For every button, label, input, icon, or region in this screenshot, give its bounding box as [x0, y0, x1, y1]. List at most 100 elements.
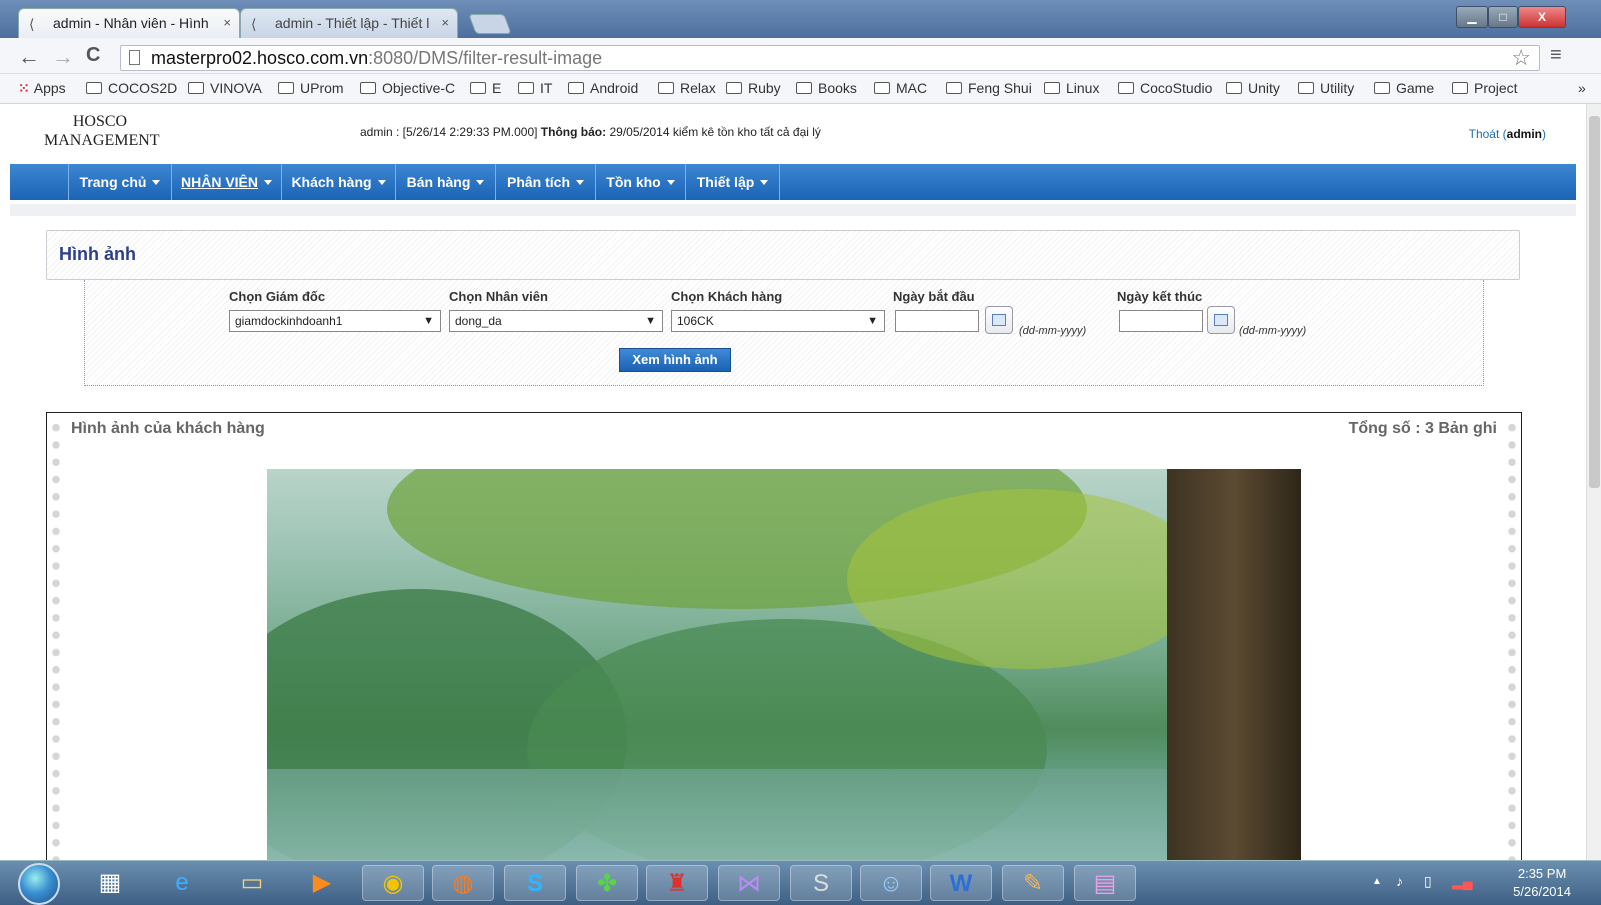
- bookmark-folder[interactable]: Unity: [1226, 80, 1280, 96]
- maximize-button[interactable]: □: [1488, 6, 1518, 28]
- firefox-icon[interactable]: ◍: [432, 865, 494, 901]
- view-images-button[interactable]: Xem hình ảnh: [619, 348, 731, 372]
- bag-app-icon[interactable]: ♜: [646, 865, 708, 901]
- folder-icon: [1226, 82, 1242, 94]
- start-calendar-button[interactable]: [985, 306, 1013, 334]
- media-player-icon[interactable]: ▶: [302, 865, 342, 901]
- scrollbar-thumb[interactable]: [1589, 116, 1600, 488]
- calendar-icon: [1214, 314, 1228, 326]
- menu-phan-tich[interactable]: Phân tích: [496, 164, 596, 200]
- hosco-logo[interactable]: HOSCO MANAGEMENT: [44, 112, 160, 150]
- notice-text: 29/05/2014 kiểm kê tồn kho tất cả đại lý: [609, 125, 821, 139]
- site-favicon-icon: ⟨: [251, 16, 257, 32]
- bookmark-folder[interactable]: Project: [1452, 80, 1518, 96]
- notice-label: Thông báo:: [540, 125, 607, 139]
- file-explorer-icon[interactable]: ▭: [232, 865, 272, 901]
- bookmark-folder[interactable]: E: [470, 80, 501, 96]
- paint-icon[interactable]: ✎: [1002, 865, 1064, 901]
- page-scrollbar[interactable]: [1586, 104, 1601, 860]
- start-button[interactable]: [18, 863, 60, 905]
- word-icon[interactable]: W: [930, 865, 992, 901]
- tab-thiet-lap[interactable]: ⟨ admin - Thiết lập - Thiết l ×: [240, 8, 458, 38]
- results-count: Tổng số : 3 Bản ghi: [1348, 420, 1497, 437]
- folder-icon: [568, 82, 584, 94]
- bookmark-folder[interactable]: CocoStudio: [1118, 80, 1212, 96]
- bookmark-folder[interactable]: VINOVA: [188, 80, 262, 96]
- caret-down-icon: [476, 180, 485, 185]
- menu-ban-hang[interactable]: Bán hàng: [396, 164, 496, 200]
- bookmark-folder[interactable]: IT: [518, 80, 552, 96]
- sublime-text-icon[interactable]: S: [790, 865, 852, 901]
- director-select[interactable]: giamdockinhdoanh1 ▼: [229, 310, 441, 332]
- tray-expand-icon[interactable]: ▲: [1372, 876, 1382, 887]
- forward-icon[interactable]: →: [52, 44, 74, 70]
- bookmark-folder[interactable]: Utility: [1298, 80, 1354, 96]
- start-date-input[interactable]: [895, 310, 979, 332]
- back-icon[interactable]: ←: [18, 44, 40, 70]
- bookmark-star-icon[interactable]: ☆: [1511, 46, 1531, 70]
- user-app-icon[interactable]: ☺: [860, 865, 922, 901]
- battery-icon[interactable]: ▯: [1424, 873, 1432, 890]
- menu-khach-hang[interactable]: Khách hàng: [282, 164, 396, 200]
- caret-down-icon: [377, 180, 386, 185]
- staff-select[interactable]: dong_da ▼: [449, 310, 663, 332]
- winrar-icon[interactable]: ▤: [1074, 865, 1136, 901]
- chrome-menu-icon[interactable]: ≡: [1550, 44, 1562, 67]
- logout-link[interactable]: Thoát (admin): [1469, 127, 1546, 141]
- clover-app-icon[interactable]: ✤: [576, 865, 638, 901]
- bookmark-folder[interactable]: Feng Shui: [946, 80, 1032, 96]
- page-icon: [129, 50, 140, 65]
- menu-trang-chu[interactable]: Trang chủ: [68, 164, 172, 200]
- section-header: Hình ảnh: [46, 230, 1520, 280]
- reload-icon[interactable]: C: [86, 44, 100, 67]
- start-date-format: (dd-mm-yyyy): [1019, 325, 1087, 337]
- caret-down-icon: [152, 180, 161, 185]
- system-clock[interactable]: 2:35 PM 5/26/2014: [1513, 865, 1571, 901]
- menu-nhan-vien[interactable]: NHÂN VIÊN: [172, 164, 282, 200]
- menu-ton-kho[interactable]: Tồn kho: [596, 164, 686, 200]
- results-title: Hình ảnh của khách hàng: [71, 420, 265, 437]
- bookmarks-more-icon[interactable]: »: [1578, 80, 1586, 96]
- results-panel: Hình ảnh của khách hàng Tổng số : 3 Bản …: [46, 412, 1522, 860]
- folder-icon: [278, 82, 294, 94]
- minimize-button[interactable]: ▁: [1456, 6, 1488, 28]
- folder-icon: [360, 82, 376, 94]
- bookmark-folder[interactable]: Ruby: [726, 80, 781, 96]
- calendar-icon: [992, 314, 1006, 326]
- browser-titlebar: ⟨ admin - Nhân viên - Hình × ⟨ admin - T…: [0, 0, 1601, 38]
- chrome-icon[interactable]: ◉: [362, 865, 424, 901]
- customer-label: Chọn Khách hàng: [671, 289, 783, 304]
- internet-explorer-icon[interactable]: e: [162, 865, 202, 901]
- bookmark-apps[interactable]: ⁙ Apps: [18, 80, 66, 97]
- menu-thiet-lap[interactable]: Thiết lập: [686, 164, 780, 200]
- bookmark-folder[interactable]: Linux: [1044, 80, 1099, 96]
- folder-icon: [1298, 82, 1314, 94]
- bookmark-folder[interactable]: MAC: [874, 80, 927, 96]
- customer-select[interactable]: 106CK ▼: [671, 310, 885, 332]
- bookmark-folder[interactable]: Android: [568, 80, 638, 96]
- folder-icon: [946, 82, 962, 94]
- network-app-icon[interactable]: ▦: [90, 865, 130, 901]
- tab-title: admin - Thiết lập - Thiết l: [275, 15, 430, 31]
- close-window-button[interactable]: X: [1518, 6, 1566, 28]
- site-favicon-icon: ⟨: [29, 16, 35, 32]
- bookmark-folder[interactable]: COCOS2D: [86, 80, 177, 96]
- network-icon[interactable]: ▂▄: [1452, 873, 1473, 890]
- tab-close-icon[interactable]: ×: [223, 15, 231, 30]
- tab-nhan-vien[interactable]: ⟨ admin - Nhân viên - Hình ×: [18, 8, 240, 38]
- bookmark-folder[interactable]: Books: [796, 80, 857, 96]
- bookmark-folder[interactable]: UProm: [278, 80, 344, 96]
- volume-icon[interactable]: ♪: [1396, 873, 1403, 889]
- skype-icon[interactable]: S: [504, 865, 566, 901]
- bookmark-folder[interactable]: Game: [1374, 80, 1434, 96]
- new-tab-button[interactable]: [468, 14, 512, 34]
- customer-photo[interactable]: [267, 469, 1301, 860]
- visual-studio-icon[interactable]: ⋈: [718, 865, 780, 901]
- end-calendar-button[interactable]: [1207, 306, 1235, 334]
- bookmark-folder[interactable]: Objective-C: [360, 80, 455, 96]
- bookmark-folder[interactable]: Relax: [658, 80, 716, 96]
- end-date-input[interactable]: [1119, 310, 1203, 332]
- decorative-dots: [1507, 419, 1517, 860]
- tab-close-icon[interactable]: ×: [441, 15, 449, 30]
- address-bar[interactable]: masterpro02.hosco.com.vn:8080/DMS/filter…: [120, 45, 1540, 71]
